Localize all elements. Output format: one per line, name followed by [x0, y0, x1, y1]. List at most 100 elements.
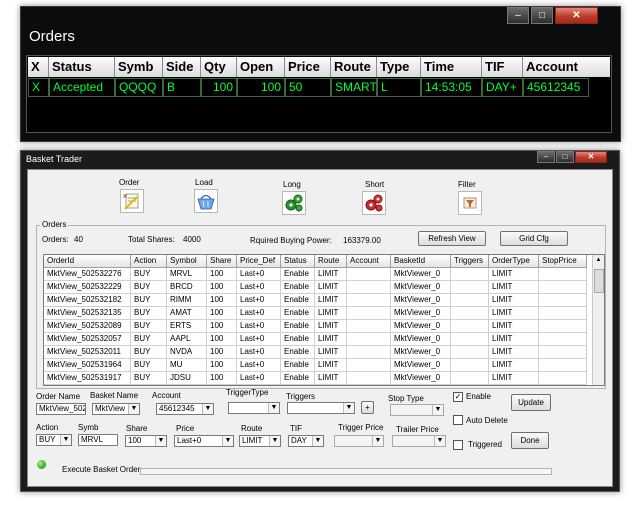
enable-checkbox[interactable]: ✓: [453, 392, 463, 402]
basket-name-select[interactable]: MktView ▼: [92, 403, 140, 415]
column-header-route[interactable]: Route: [331, 57, 377, 77]
grid-column-header[interactable]: Route: [315, 255, 347, 268]
chevron-down-icon[interactable]: ▼: [155, 436, 166, 446]
chevron-down-icon[interactable]: ▼: [202, 404, 213, 414]
chevron-down-icon[interactable]: ▼: [343, 403, 354, 413]
grid-cell: BUY: [131, 281, 167, 294]
grid-cell: LIMIT: [315, 294, 347, 307]
action-select[interactable]: BUY ▼: [36, 434, 72, 446]
route-select[interactable]: LIMIT ▼: [239, 435, 281, 447]
trailer-price-select[interactable]: ▼: [392, 435, 446, 447]
column-header-side[interactable]: Side: [163, 57, 201, 77]
price-label: Price: [176, 424, 195, 433]
grid-cell: LIMIT: [315, 372, 347, 385]
grid-column-header[interactable]: BasketId: [391, 255, 451, 268]
column-header-account[interactable]: Account: [523, 57, 610, 77]
grid-column-header[interactable]: Account: [347, 255, 391, 268]
column-header-status[interactable]: Status: [49, 57, 115, 77]
grid-cell: LIMIT: [489, 359, 539, 372]
account-select[interactable]: 45612345 ▼: [156, 403, 214, 415]
minimize-button[interactable]: –: [537, 151, 555, 163]
grid-cell: LIMIT: [315, 346, 347, 359]
refresh-view-button[interactable]: Refresh View: [418, 231, 486, 246]
column-header-time[interactable]: Time: [421, 57, 482, 77]
grid-cell: Enable: [281, 268, 315, 281]
order-icon[interactable]: x: [120, 189, 144, 213]
update-button[interactable]: Update: [511, 394, 551, 411]
stop-type-select[interactable]: ▼: [390, 404, 444, 416]
column-header-tif[interactable]: TIF: [482, 57, 523, 77]
grid-cell: MktView_502532057: [44, 333, 131, 346]
grid-cell: LIMIT: [315, 333, 347, 346]
trigger-price-select[interactable]: ▼: [334, 435, 384, 447]
short-gears-icon[interactable]: [362, 191, 386, 215]
symb-input[interactable]: MRVL: [78, 434, 118, 446]
order-name-input[interactable]: MktView_502: [36, 403, 86, 415]
basket-icon[interactable]: [194, 189, 218, 213]
grid-column-header[interactable]: Status: [281, 255, 315, 268]
grid-column-header[interactable]: Price_Def: [237, 255, 281, 268]
status-indicator-icon: [37, 460, 46, 469]
route-value: LIMIT: [242, 436, 263, 445]
chevron-down-icon[interactable]: ▼: [222, 436, 233, 446]
vertical-scrollbar[interactable]: ▲: [592, 255, 604, 385]
maximize-button[interactable]: □: [531, 7, 553, 24]
triggered-checkbox[interactable]: [453, 440, 463, 450]
chevron-down-icon[interactable]: ▼: [432, 405, 443, 415]
grid-cell: 100: [207, 320, 237, 333]
grid-column-header[interactable]: OrderId: [44, 255, 131, 268]
chevron-down-icon[interactable]: ▼: [60, 435, 71, 445]
grid-column-header[interactable]: OrderType: [489, 255, 539, 268]
grid-cell: 100: [207, 307, 237, 320]
chevron-down-icon[interactable]: ▼: [128, 404, 139, 414]
chevron-down-icon[interactable]: ▼: [268, 403, 279, 413]
column-header-symb[interactable]: Symb: [115, 57, 163, 77]
triggers-select[interactable]: ▼: [287, 402, 355, 414]
grid-cell: LIMIT: [315, 320, 347, 333]
grid-cell: [347, 307, 391, 320]
minimize-button[interactable]: –: [507, 7, 529, 24]
share-select[interactable]: 100 ▼: [125, 435, 167, 447]
add-trigger-button[interactable]: +: [361, 401, 374, 414]
grid-column-header[interactable]: StopPrice: [539, 255, 587, 268]
column-header-qty[interactable]: Qty: [201, 57, 237, 77]
chevron-down-icon[interactable]: ▼: [434, 436, 445, 446]
chevron-down-icon[interactable]: ▼: [372, 436, 383, 446]
column-header-price[interactable]: Price: [285, 57, 331, 77]
filter-icon[interactable]: [458, 191, 482, 215]
grid-column-header[interactable]: Symbol: [167, 255, 207, 268]
auto-delete-checkbox[interactable]: [453, 415, 463, 425]
column-header-type[interactable]: Type: [377, 57, 421, 77]
column-header-x[interactable]: X: [28, 57, 49, 77]
grid-cell: MktViewer_0: [391, 294, 451, 307]
grid-column-header[interactable]: Triggers: [451, 255, 489, 268]
grid-cell: LIMIT: [489, 294, 539, 307]
grid-column-header[interactable]: Share: [207, 255, 237, 268]
scroll-up-icon[interactable]: ▲: [594, 256, 603, 265]
price-select[interactable]: Last+0 ▼: [174, 435, 234, 447]
grid-cell: [451, 307, 489, 320]
close-button[interactable]: ✕: [575, 151, 607, 163]
cell-x[interactable]: X: [28, 78, 49, 97]
action-value: BUY: [39, 435, 56, 444]
tif-select[interactable]: DAY ▼: [288, 435, 324, 447]
chevron-down-icon[interactable]: ▼: [269, 436, 280, 446]
enable-label: Enable: [466, 392, 491, 401]
scrollbar-thumb[interactable]: [594, 269, 604, 293]
done-button[interactable]: Done: [511, 432, 549, 449]
column-header-open[interactable]: Open: [237, 57, 285, 77]
svg-text:x: x: [123, 192, 127, 200]
chevron-down-icon[interactable]: ▼: [312, 436, 323, 446]
grid-cfg-button[interactable]: Grid Cfg: [500, 231, 568, 246]
close-button[interactable]: ✕: [555, 7, 598, 24]
toolbar-order-label: Order: [119, 178, 140, 187]
cell-side: B: [163, 78, 201, 97]
maximize-button[interactable]: □: [556, 151, 574, 163]
grid-cell: LIMIT: [489, 268, 539, 281]
execute-basket-order-label: Execute Basket Order: [62, 465, 141, 474]
trigger-type-select[interactable]: ▼: [228, 402, 280, 414]
grid-cell: Last+0: [237, 281, 281, 294]
grid-column-header[interactable]: Action: [131, 255, 167, 268]
symb-label: Symb: [78, 423, 99, 432]
long-gears-icon[interactable]: [282, 191, 306, 215]
